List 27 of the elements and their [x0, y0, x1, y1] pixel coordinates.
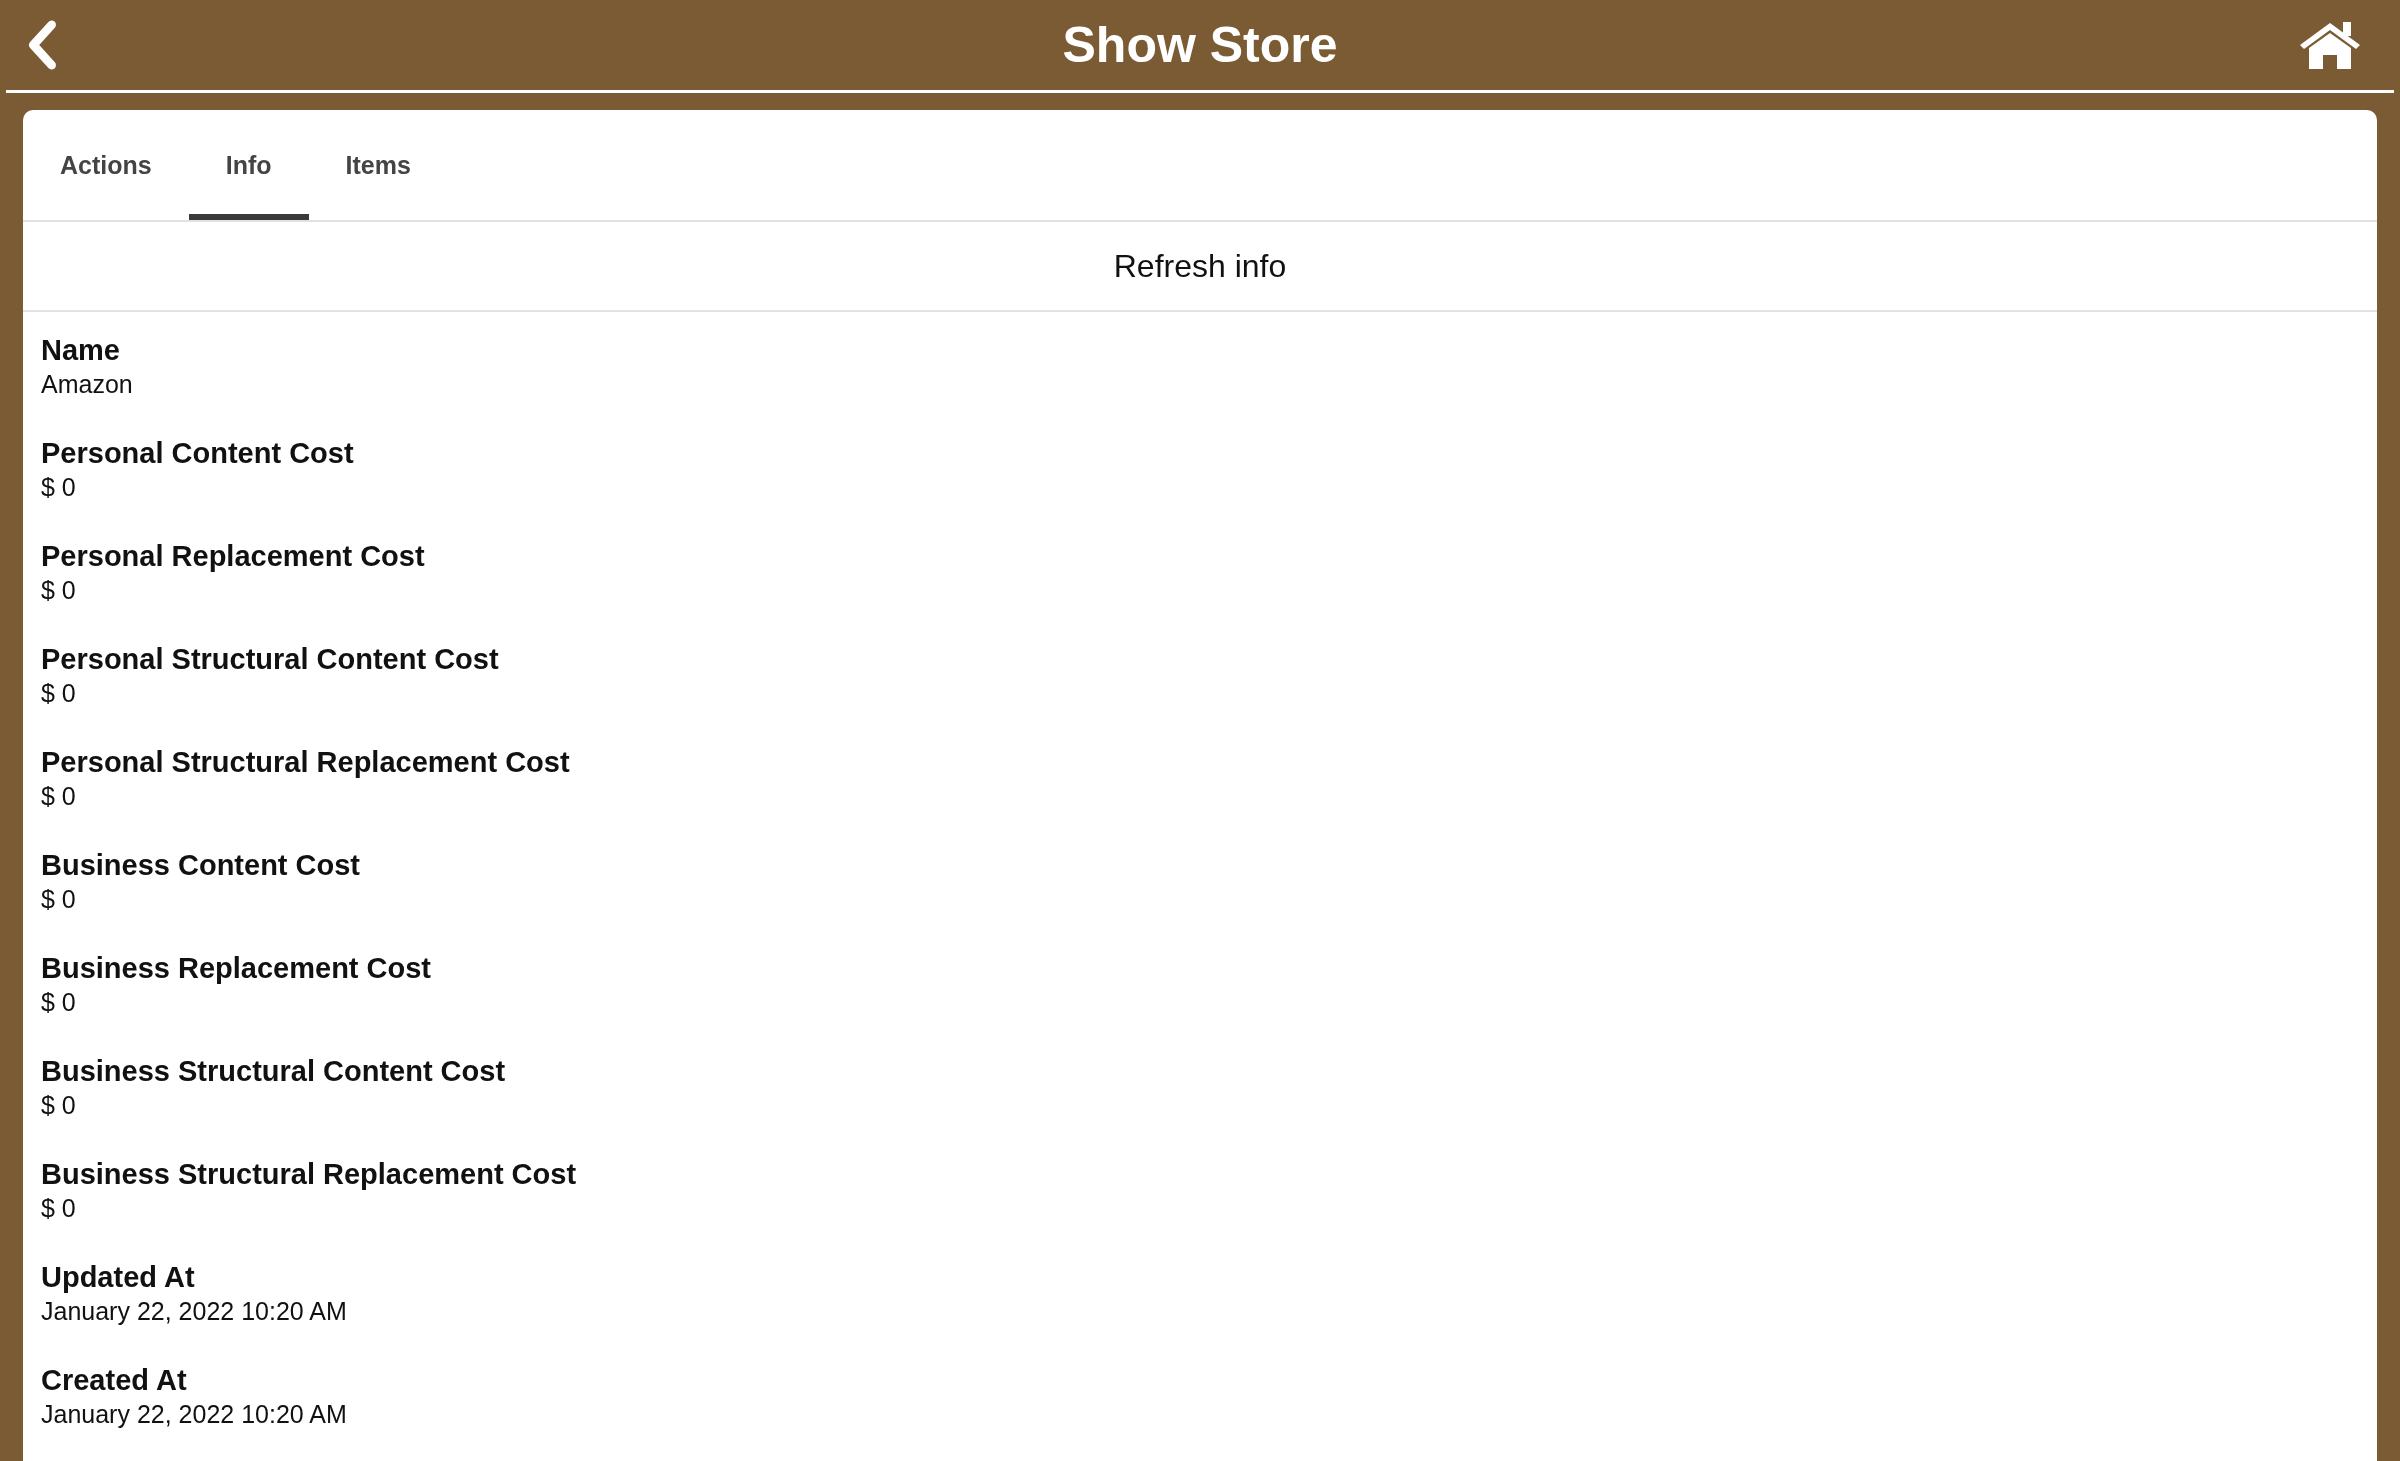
field-value: Amazon	[41, 370, 134, 399]
field-value: $ 0	[41, 679, 77, 708]
home-icon[interactable]	[2298, 19, 2362, 71]
field-label: Created At	[41, 1364, 188, 1397]
field-label: Personal Replacement Cost	[41, 540, 426, 573]
field-value: $ 0	[41, 1091, 77, 1120]
field-label: Personal Structural Replacement Cost	[41, 746, 571, 779]
field-value: January 22, 2022 10:20 AM	[41, 1297, 348, 1326]
field-value: $ 0	[41, 885, 77, 914]
back-icon[interactable]	[26, 20, 58, 70]
field-value: $ 0	[41, 1194, 77, 1223]
field-value: January 22, 2022 10:20 AM	[41, 1400, 348, 1429]
field-label: Personal Content Cost	[41, 437, 355, 470]
field-value: $ 0	[41, 576, 77, 605]
field-label: Business Replacement Cost	[41, 952, 432, 985]
tab[interactable]: Actions	[23, 116, 189, 220]
field-value: $ 0	[41, 473, 77, 502]
field-label: Personal Structural Content Cost	[41, 643, 500, 676]
header-title: Show Store	[1061, 16, 1339, 74]
field-value: $ 0	[41, 782, 77, 811]
field-label: Business Structural Replacement Cost	[41, 1158, 578, 1191]
field-value: $ 0	[41, 988, 77, 1017]
tab[interactable]: Items	[308, 116, 448, 220]
field-label: Updated At	[41, 1261, 196, 1294]
field-label: Name	[41, 334, 121, 367]
field-label: Business Structural Content Cost	[41, 1055, 507, 1088]
field-label: Business Content Cost	[41, 849, 362, 882]
